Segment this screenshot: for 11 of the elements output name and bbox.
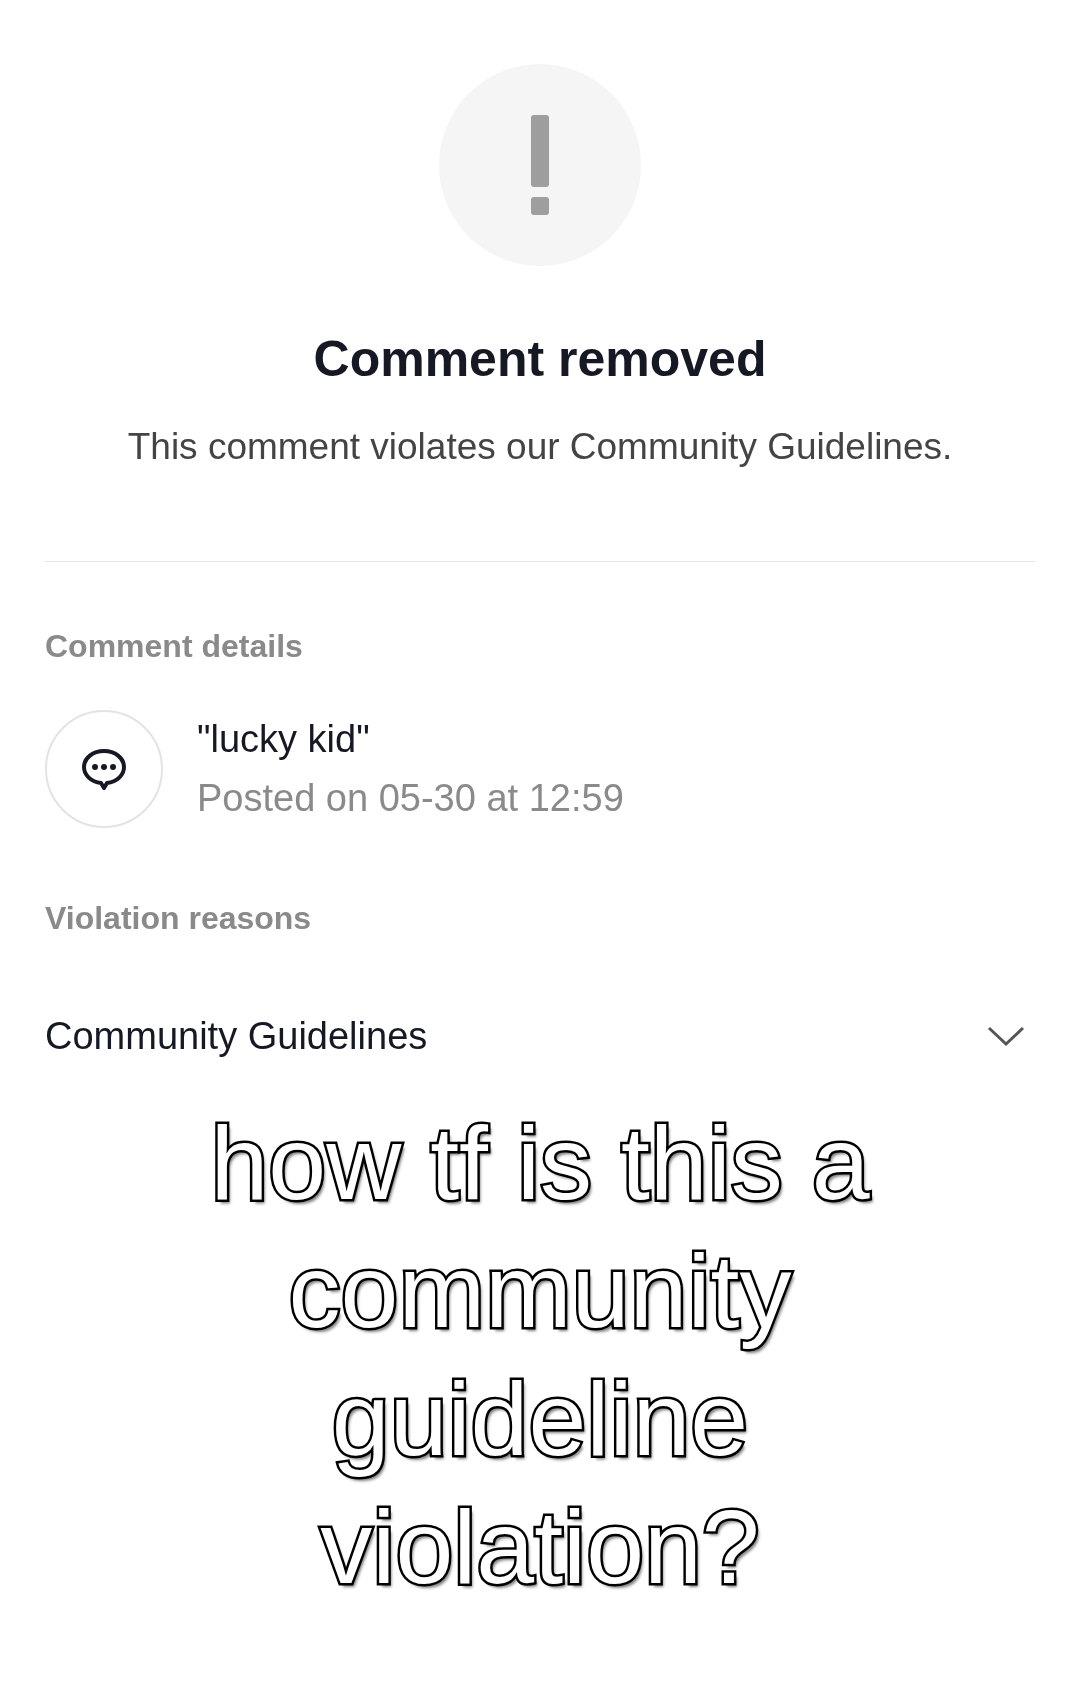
title: Comment removed (313, 330, 767, 389)
caption-line: guideline (331, 1354, 749, 1483)
reason-label: Community Guidelines (45, 1013, 428, 1059)
posted-time: Posted on 05-30 at 12:59 (197, 775, 624, 821)
comment-text: "lucky kid" (197, 716, 371, 762)
subtitle: This comment violates our Community Guidelines. (127, 425, 953, 469)
chevron-icon (987, 1025, 1025, 1047)
section-heading: Comment details (45, 626, 304, 666)
reason-row[interactable]: Community Guidelines (45, 1007, 1035, 1065)
comment-icon (45, 709, 163, 828)
section-heading: Violation reasons (45, 898, 313, 938)
